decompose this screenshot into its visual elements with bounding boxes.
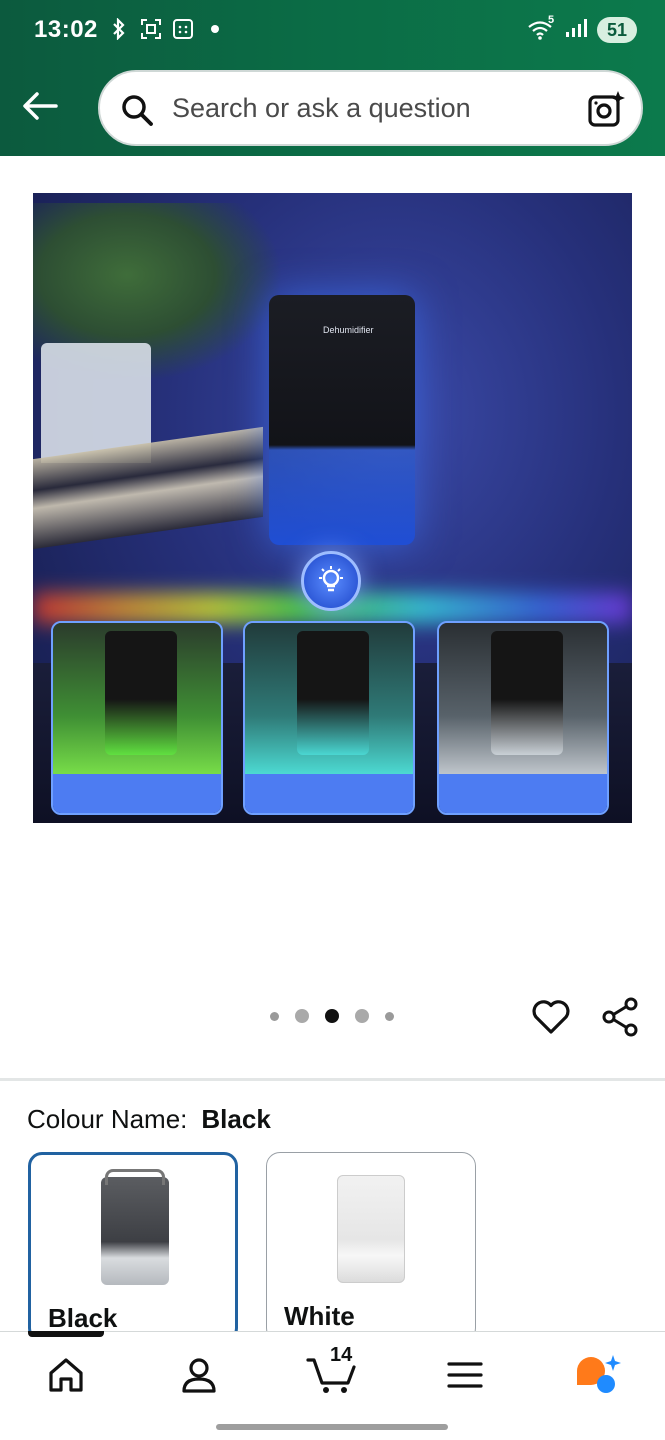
nav-cart[interactable]: 14: [302, 1344, 362, 1400]
search-bar[interactable]: [98, 70, 643, 146]
black-product-thumbnail: [101, 1169, 169, 1285]
image-carousel-dots: [270, 1009, 394, 1023]
status-system-icons: 5 51: [527, 14, 637, 43]
carousel-dot[interactable]: [355, 1009, 369, 1023]
colour-name-row: Colour Name: Black: [27, 1104, 271, 1135]
bluetooth-icon: [108, 18, 130, 40]
carousel-dot[interactable]: [295, 1009, 309, 1023]
colour-option-label: White: [284, 1301, 355, 1331]
light-bulb-icon: [301, 551, 361, 611]
colour-option-white[interactable]: White: [266, 1152, 476, 1342]
dot-indicator-icon: [204, 18, 226, 40]
colour-option-label: Black: [48, 1303, 118, 1333]
rufus-ai-icon: [577, 1355, 621, 1393]
status-notification-icons: [108, 18, 226, 40]
account-icon: [182, 1358, 216, 1393]
status-bar: 13:02 5 51: [0, 0, 665, 62]
gesture-home-bar[interactable]: [216, 1424, 448, 1430]
nav-rufus-ai[interactable]: [568, 1350, 628, 1400]
network-tag: 5: [547, 14, 555, 26]
search-icon: [122, 95, 153, 126]
home-icon: [49, 1358, 83, 1392]
nav-home[interactable]: [36, 1350, 96, 1400]
back-arrow-icon: [23, 92, 58, 120]
app-header: 13:02 5 51: [0, 0, 665, 156]
white-product-thumbnail: [337, 1175, 405, 1283]
nav-menu[interactable]: [435, 1350, 495, 1400]
share-button[interactable]: [600, 996, 642, 1038]
carousel-dot[interactable]: [385, 1011, 394, 1021]
colour-name-label: Colour Name:: [27, 1104, 188, 1134]
device-brand-text: Dehumidifier: [323, 325, 374, 335]
active-tab-indicator: [28, 1331, 104, 1337]
carousel-dot-active[interactable]: [325, 1009, 339, 1023]
battery-indicator: 51: [596, 17, 637, 43]
colour-option-black[interactable]: Black: [28, 1152, 238, 1342]
back-button[interactable]: [18, 84, 62, 128]
colour-name-value: Black: [201, 1104, 271, 1134]
search-input[interactable]: [172, 90, 572, 126]
signal-icon: [565, 18, 589, 43]
camera-search-icon[interactable]: [587, 89, 627, 129]
wifi-icon: 5: [527, 14, 557, 42]
wishlist-button[interactable]: [530, 996, 572, 1038]
cyan-light-thumb: [243, 621, 415, 815]
screenshot-icon: [140, 18, 162, 40]
share-icon: [602, 997, 638, 1037]
product-image[interactable]: Dehumidifier: [33, 193, 632, 823]
green-light-thumb: [51, 621, 223, 815]
cart-count-badge: 14: [330, 1344, 353, 1366]
carousel-dot[interactable]: [270, 1011, 279, 1021]
heart-icon: [532, 1000, 570, 1034]
section-divider: [0, 1078, 665, 1081]
white-light-thumb: [437, 621, 609, 815]
menu-icon: [447, 1362, 483, 1388]
calendar-grid-icon: [172, 18, 194, 40]
nav-account[interactable]: [169, 1350, 229, 1400]
status-time: 13:02: [34, 16, 98, 43]
